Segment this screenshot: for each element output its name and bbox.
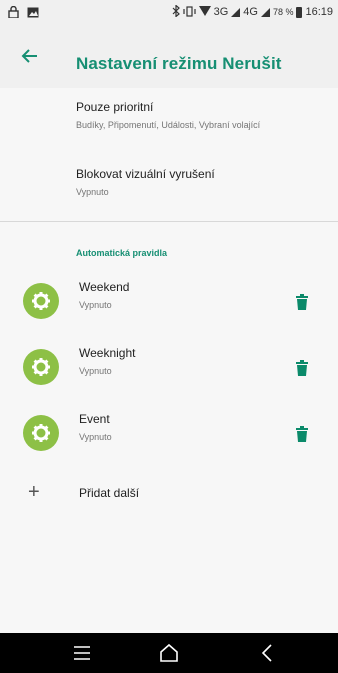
lock-icon — [8, 5, 19, 20]
add-rule-button[interactable]: + Přidat další — [0, 478, 338, 518]
app-bar: Nastavení režimu Nerušit — [0, 24, 338, 88]
arrow-left-icon — [21, 49, 37, 63]
image-icon — [27, 7, 39, 20]
bluetooth-icon — [172, 4, 180, 19]
setting-title: Blokovat vizuální vyrušení — [76, 167, 215, 181]
battery-icon — [296, 6, 303, 18]
gear-icon — [23, 283, 59, 319]
section-header: Automatická pravidla — [76, 248, 168, 258]
block-visual-disturbances-setting[interactable]: Blokovat vizuální vyrušení Vypnuto — [76, 167, 215, 197]
menu-icon — [74, 646, 90, 660]
rule-status: Vypnuto — [79, 366, 112, 376]
plus-icon: + — [28, 481, 40, 503]
navigation-bar — [0, 633, 338, 673]
back-button[interactable] — [18, 44, 42, 68]
home-icon — [160, 643, 178, 662]
gear-icon — [23, 415, 59, 451]
clock: 16:19 — [305, 6, 333, 18]
signal-4g-icon — [260, 7, 270, 17]
priority-only-setting[interactable]: Pouze prioritní Budíky, Připomenutí, Udá… — [76, 100, 260, 130]
chevron-left-icon — [261, 644, 272, 662]
battery-percent: 78 % — [272, 7, 294, 17]
delete-icon[interactable] — [296, 294, 308, 310]
add-rule-label: Přidat další — [79, 486, 140, 500]
rule-status: Vypnuto — [79, 300, 112, 310]
delete-icon[interactable] — [296, 360, 308, 376]
delete-icon[interactable] — [296, 426, 308, 442]
vibrate-icon — [182, 5, 196, 19]
setting-subtitle: Budíky, Připomenutí, Události, Vybraní v… — [76, 120, 261, 130]
divider — [0, 221, 338, 222]
page-title: Nastavení režimu Nerušit — [76, 54, 282, 73]
home-button[interactable] — [157, 641, 181, 665]
menu-button[interactable] — [70, 641, 94, 665]
signal-3g-icon — [231, 7, 241, 17]
network-4g-label: 4G — [243, 6, 258, 18]
rule-status: Vypnuto — [79, 432, 112, 442]
settings-list: Pouze prioritní Budíky, Připomenutí, Udá… — [0, 88, 338, 633]
rule-event[interactable]: Event Vypnuto — [0, 408, 338, 468]
back-nav-button[interactable] — [256, 641, 280, 665]
rule-weeknight[interactable]: Weeknight Vypnuto — [0, 342, 338, 402]
rule-weekend[interactable]: Weekend Vypnuto — [0, 276, 338, 336]
setting-title: Pouze prioritní — [76, 100, 154, 114]
rule-title: Weeknight — [79, 346, 136, 360]
rule-title: Weekend — [79, 280, 130, 294]
wifi-icon — [198, 6, 211, 18]
setting-subtitle: Vypnuto — [76, 187, 109, 197]
rule-title: Event — [79, 412, 110, 426]
gear-icon — [23, 349, 59, 385]
status-bar: 3G 4G 78 % 16:19 — [0, 0, 338, 24]
network-3g-label: 3G — [213, 6, 229, 18]
